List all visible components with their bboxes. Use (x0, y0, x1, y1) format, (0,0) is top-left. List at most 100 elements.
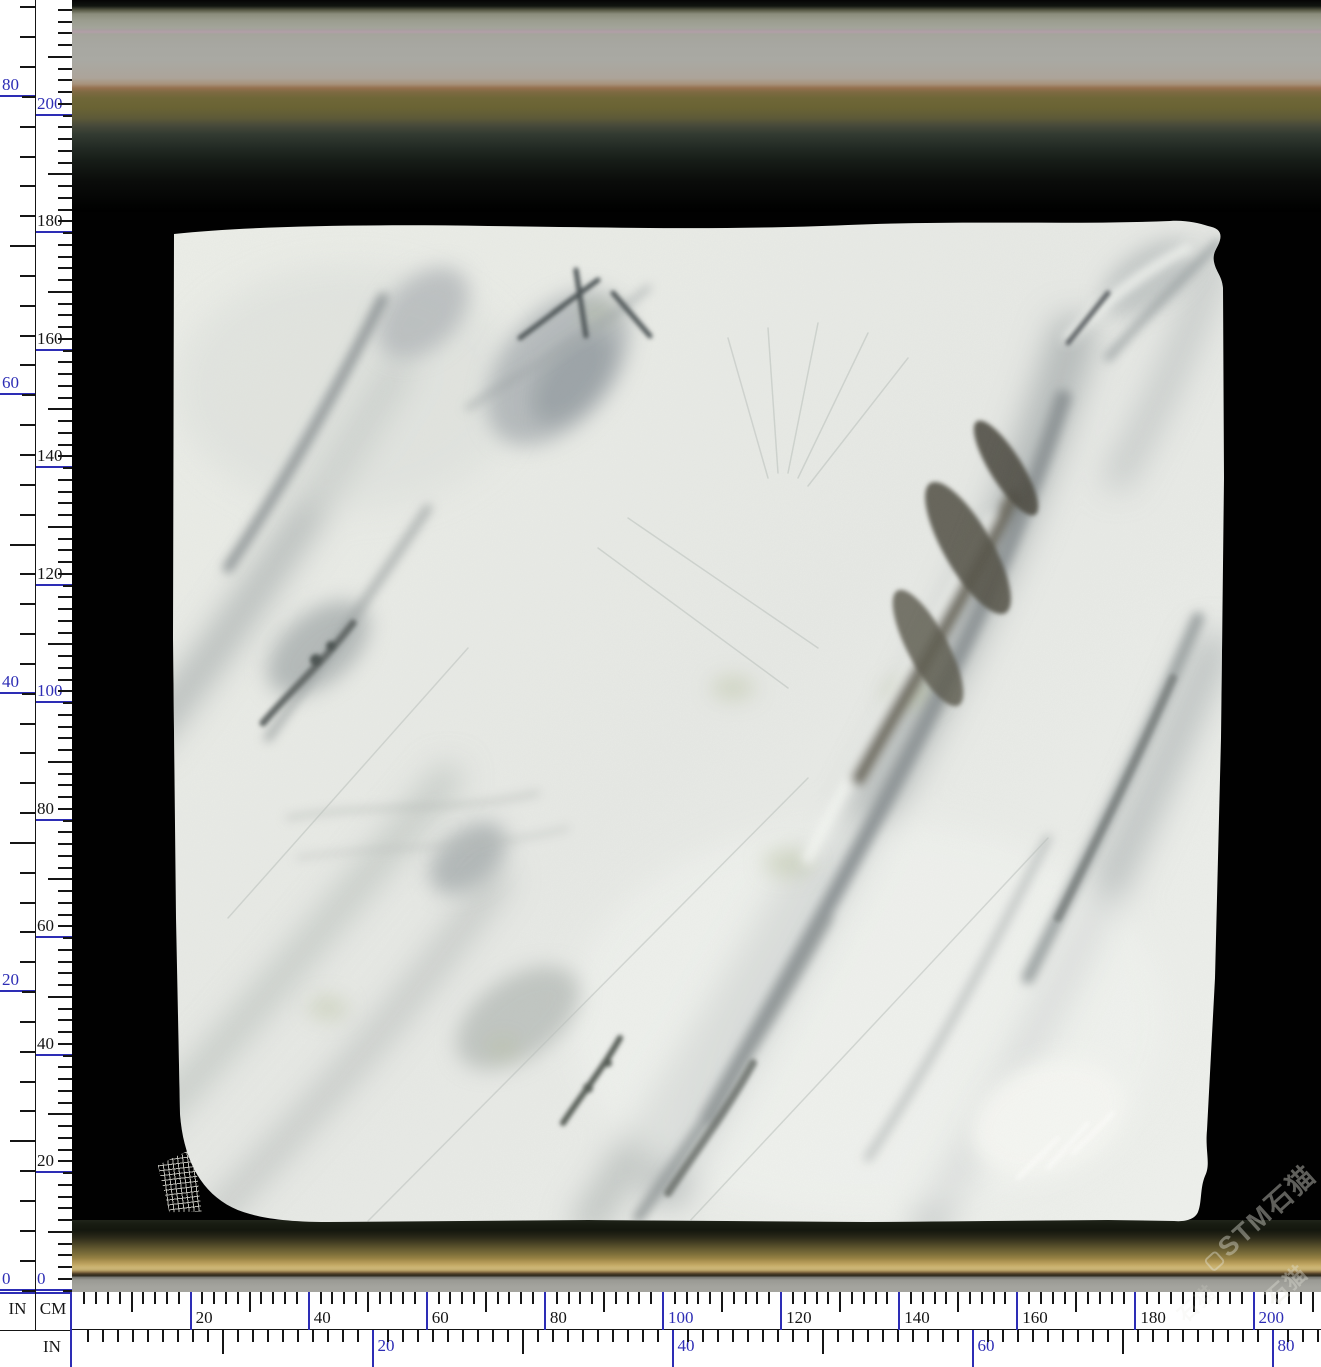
h-cm-tick (686, 1292, 688, 1304)
corner-top-line (0, 1292, 72, 1294)
h-cm-tick (1040, 1292, 1042, 1304)
v-cm-tick (58, 972, 72, 974)
v-cm-tick (63, 115, 72, 117)
v-cm-tick (58, 126, 72, 128)
h-in-tick (1227, 1330, 1229, 1342)
v-cm-tick (58, 314, 72, 316)
h-cm-tick (284, 1292, 286, 1304)
h-cm-tick (367, 1292, 369, 1312)
h-cm-tick (225, 1292, 227, 1304)
v-in-tick (20, 633, 35, 635)
h-in-tick (87, 1330, 89, 1342)
h-cm-tick (1276, 1292, 1278, 1304)
v-cm-tick (58, 491, 72, 493)
h-cm-tick (343, 1292, 345, 1304)
v-cm-tick (48, 291, 72, 293)
v-cm-tick (58, 244, 72, 246)
h-in-tick (477, 1330, 479, 1342)
h-cm-tick (296, 1292, 298, 1304)
h-in-tick (867, 1330, 869, 1342)
v-cm-tick (58, 1066, 72, 1068)
h-in-tick (747, 1330, 749, 1342)
v-in-tick (20, 335, 35, 337)
h-cm-label: 140 (904, 1308, 930, 1327)
h-cm-tick (402, 1292, 404, 1304)
v-cm-tick (58, 1266, 72, 1268)
h-in-tick (462, 1330, 464, 1342)
h-cm-label-line (1253, 1292, 1255, 1330)
v-cm-tick (58, 855, 72, 857)
v-cm-tick (58, 679, 72, 681)
v-in-tick (20, 305, 35, 307)
v-cm-tick (48, 526, 72, 528)
h-in-label-line (1272, 1330, 1274, 1367)
h-cm-tick (260, 1292, 262, 1304)
v-in-tick (10, 245, 35, 247)
h-cm-tick (237, 1292, 239, 1304)
h-cm-tick (1229, 1292, 1231, 1304)
v-cm-tick (58, 784, 72, 786)
v-cm-tick (58, 655, 72, 657)
v-in-tick (20, 1021, 35, 1023)
h-cm-tick (792, 1292, 794, 1304)
h-cm-tick (1111, 1292, 1113, 1304)
v-in-tick (20, 1230, 35, 1232)
v-in-tick (20, 275, 35, 277)
h-cm-tick (1028, 1292, 1030, 1304)
v-in-tick (20, 872, 35, 874)
h-cm-label: 80 (550, 1308, 567, 1327)
h-cm-tick (355, 1292, 357, 1304)
h-in-tick (252, 1330, 254, 1342)
h-cm-tick (1205, 1292, 1207, 1304)
h-cm-tick (768, 1292, 770, 1304)
corner-right-line (70, 1292, 72, 1367)
v-cm-tick (58, 1137, 72, 1139)
v-cm-tick (58, 773, 72, 775)
h-cm-tick (1064, 1292, 1066, 1304)
h-cm-tick (154, 1292, 156, 1304)
h-in-tick (237, 1330, 239, 1342)
h-in-tick (777, 1330, 779, 1342)
h-cm-tick (1158, 1292, 1160, 1304)
h-cm-tick (1182, 1292, 1184, 1304)
slab-scan-viewer: 020406080020406080100120140160180200 204… (0, 0, 1321, 1367)
v-cm-tick (58, 925, 72, 927)
v-cm-tick (58, 1243, 72, 1245)
h-in-tick (507, 1330, 509, 1342)
v-cm-tick (63, 702, 72, 704)
h-in-tick (1302, 1330, 1304, 1342)
h-in-tick (222, 1330, 224, 1354)
h-in-tick (522, 1330, 524, 1354)
v-cm-tick (58, 808, 72, 810)
h-cm-tick (591, 1292, 593, 1304)
h-in-tick (567, 1330, 569, 1342)
h-cm-tick (827, 1292, 829, 1304)
v-cm-tick (58, 197, 72, 199)
h-cm-tick (875, 1292, 877, 1304)
h-in-tick (807, 1330, 809, 1342)
h-in-tick (837, 1330, 839, 1342)
h-cm-tick (1146, 1292, 1148, 1304)
v-in-tick (20, 156, 35, 158)
unit-label-cm: CM (36, 1294, 70, 1324)
v-in-tick (20, 1170, 35, 1172)
v-cm-tick (58, 444, 72, 446)
h-cm-tick (331, 1292, 333, 1304)
h-in-tick (342, 1330, 344, 1342)
h-in-tick (582, 1330, 584, 1342)
h-cm-tick (839, 1292, 841, 1312)
v-cm-tick (63, 585, 72, 587)
h-cm-tick (922, 1292, 924, 1304)
h-cm-tick (438, 1292, 440, 1304)
h-in-tick (852, 1330, 854, 1342)
h-cm-label-line (662, 1292, 664, 1330)
h-in-label-line (672, 1330, 674, 1367)
h-in-tick (642, 1330, 644, 1342)
h-cm-tick (249, 1292, 251, 1312)
v-cm-tick (58, 1254, 72, 1256)
v-cm-tick (58, 9, 72, 11)
v-cm-tick (58, 1196, 72, 1198)
h-cm-label: 180 (1140, 1308, 1166, 1327)
v-cm-tick (63, 937, 72, 939)
h-cm-tick (804, 1292, 806, 1304)
